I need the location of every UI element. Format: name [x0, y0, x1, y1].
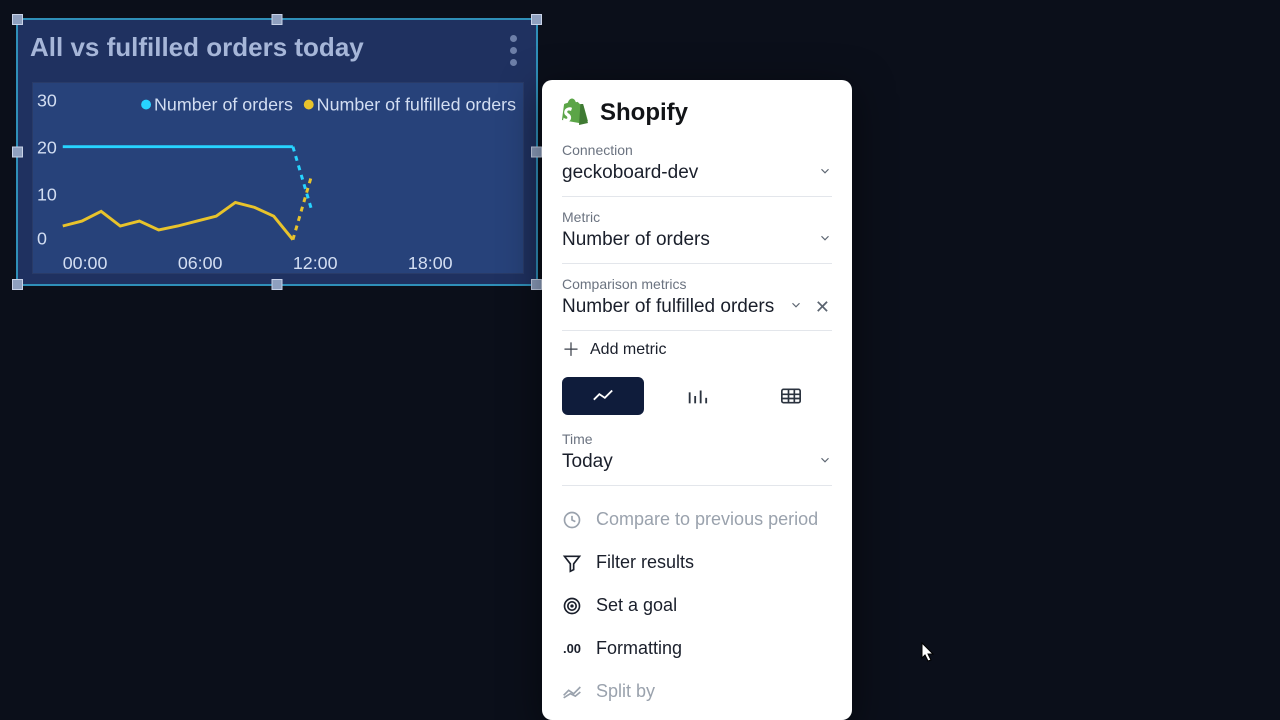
comparison-select[interactable]: Number of fulfilled orders	[562, 296, 779, 318]
dashboard-canvas: All vs fulfilled orders today 30 20 10 0…	[0, 0, 1280, 720]
viz-line-button[interactable]	[562, 377, 644, 415]
svg-text:20: 20	[37, 138, 57, 158]
panel-title: Shopify	[600, 99, 688, 127]
split-lines-icon	[562, 682, 582, 702]
panel-header: Shopify	[562, 98, 832, 128]
split-by-option[interactable]: Split by	[562, 670, 832, 713]
viz-bar-button[interactable]	[656, 377, 738, 415]
resize-handle-bottom-mid[interactable]	[272, 279, 283, 290]
resize-handle-bottom-left[interactable]	[12, 279, 23, 290]
svg-text:18:00: 18:00	[408, 253, 453, 273]
decimal-icon: .00	[562, 639, 582, 659]
set-goal-label: Set a goal	[596, 595, 677, 616]
add-metric-button[interactable]: ＋ Add metric	[562, 341, 832, 359]
kebab-menu-icon[interactable]	[502, 30, 524, 70]
resize-handle-mid-right[interactable]	[531, 147, 542, 158]
chevron-down-icon	[818, 453, 832, 472]
chevron-down-icon[interactable]	[789, 298, 803, 317]
metric-label: Metric	[562, 209, 832, 225]
viz-table-button[interactable]	[750, 377, 832, 415]
funnel-icon	[562, 553, 582, 573]
svg-text:10: 10	[37, 185, 57, 205]
config-panel: Shopify Connection geckoboard-dev Metric…	[542, 80, 852, 720]
chevron-down-icon	[818, 164, 832, 183]
resize-handle-top-right[interactable]	[531, 14, 542, 25]
x-axis-ticks: 00:00 06:00 12:00 18:00	[63, 253, 453, 273]
formatting-option[interactable]: .00 Formatting	[562, 627, 832, 670]
chart-plot-area: 30 20 10 0 00:00 06:00 12:00 18:00 Numbe…	[32, 82, 524, 274]
time-label: Time	[562, 431, 832, 447]
svg-text:12:00: 12:00	[293, 253, 338, 273]
svg-text:30: 30	[37, 91, 57, 111]
connection-value: geckoboard-dev	[562, 162, 698, 184]
chart-legend: Number of orders Number of fulfilled ord…	[141, 95, 516, 115]
line-chart-svg: 30 20 10 0 00:00 06:00 12:00 18:00 Numbe…	[33, 83, 523, 273]
resize-handle-top-left[interactable]	[12, 14, 23, 25]
svg-text:06:00: 06:00	[178, 253, 223, 273]
clock-icon	[562, 510, 582, 530]
target-icon	[562, 596, 582, 616]
comparison-label: Comparison metrics	[562, 276, 832, 292]
comparison-metric-row: Number of fulfilled orders ✕	[562, 292, 832, 331]
filter-results-label: Filter results	[596, 552, 694, 573]
metric-value: Number of orders	[562, 229, 710, 251]
widget-title: All vs fulfilled orders today	[30, 32, 524, 63]
resize-handle-top-mid[interactable]	[272, 14, 283, 25]
connection-label: Connection	[562, 142, 832, 158]
y-axis-ticks: 30 20 10 0	[37, 91, 57, 249]
remove-comparison-button[interactable]: ✕	[813, 297, 832, 318]
chart-widget[interactable]: All vs fulfilled orders today 30 20 10 0…	[16, 18, 538, 286]
svg-text:Number of orders: Number of orders	[154, 95, 293, 115]
connection-select[interactable]: geckoboard-dev	[562, 158, 832, 197]
pointer-cursor-icon	[919, 642, 937, 669]
svg-text:Number of fulfilled orders: Number of fulfilled orders	[317, 95, 517, 115]
resize-handle-bottom-right[interactable]	[531, 279, 542, 290]
split-by-label: Split by	[596, 681, 655, 702]
set-goal-option[interactable]: Set a goal	[562, 584, 832, 627]
metric-select[interactable]: Number of orders	[562, 225, 832, 264]
resize-handle-mid-left[interactable]	[12, 147, 23, 158]
svg-text:00:00: 00:00	[63, 253, 108, 273]
formatting-label: Formatting	[596, 638, 682, 659]
time-value: Today	[562, 451, 613, 473]
visualization-type-row	[562, 377, 832, 415]
compare-previous-label: Compare to previous period	[596, 509, 818, 530]
series-fulfilled-projected	[293, 174, 312, 240]
chevron-down-icon	[818, 231, 832, 250]
add-metric-label: Add metric	[590, 341, 666, 359]
series-fulfilled	[63, 202, 293, 239]
svg-text:0: 0	[37, 229, 47, 249]
shopify-logo-icon	[562, 98, 588, 128]
time-select[interactable]: Today	[562, 447, 832, 486]
filter-results-option[interactable]: Filter results	[562, 541, 832, 584]
compare-previous-option[interactable]: Compare to previous period	[562, 498, 832, 541]
plus-icon: ＋	[562, 341, 580, 359]
